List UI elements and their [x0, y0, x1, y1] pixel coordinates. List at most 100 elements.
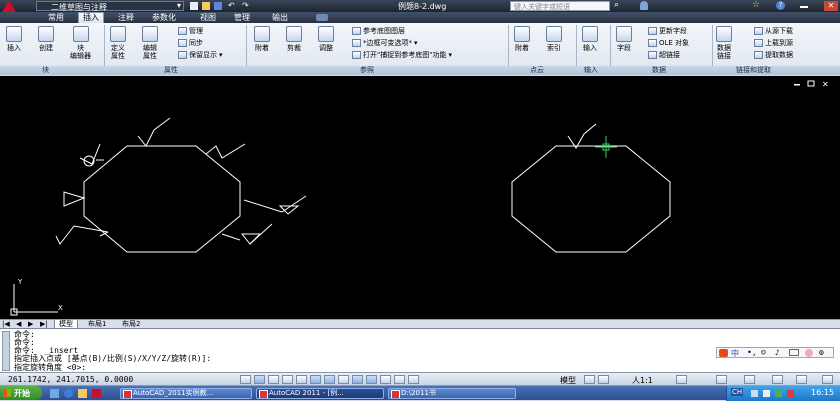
sync-attributes-button[interactable]: 同步	[178, 38, 203, 48]
workspace-switch-button[interactable]	[716, 375, 727, 384]
viewport-controls[interactable]: ✕	[794, 80, 829, 89]
annotation-visibility-toggle[interactable]	[676, 375, 687, 384]
search-input[interactable]: 键入关键字或短语	[510, 1, 610, 11]
ole-object-button[interactable]: OLE 对象	[648, 38, 689, 48]
tab-manage[interactable]: 管理	[230, 13, 254, 23]
update-fields-button[interactable]: 更新字段	[648, 26, 687, 36]
nav-prev-icon[interactable]: ◀	[16, 320, 21, 328]
infer-constraints-toggle[interactable]	[240, 375, 251, 384]
download-source-button[interactable]: 从源下载	[754, 26, 793, 36]
open-icon[interactable]	[202, 2, 210, 10]
tray-app-icon[interactable]	[787, 390, 794, 397]
otrack-toggle[interactable]	[324, 375, 335, 384]
tab-home[interactable]: 常用	[44, 13, 68, 23]
clip-reference-button[interactable]: 剪裁	[286, 26, 302, 52]
grid-toggle[interactable]	[268, 375, 279, 384]
isolate-objects-button[interactable]	[796, 375, 807, 384]
star-icon[interactable]: ☆	[752, 0, 760, 10]
field-button[interactable]: 字段	[616, 26, 632, 52]
block-editor-button[interactable]: 块 编辑器	[70, 26, 91, 60]
help-icon[interactable]: ?	[776, 1, 785, 10]
quick-launch-folder-icon[interactable]	[78, 389, 87, 398]
tab-output[interactable]: 输出	[268, 13, 292, 23]
ducs-toggle[interactable]	[338, 375, 349, 384]
redo-icon[interactable]: ↷	[242, 1, 249, 10]
command-prompt[interactable]: 指定旋转角度 <0>:	[14, 363, 86, 372]
quick-launch-desktop-icon[interactable]	[50, 389, 59, 398]
save-icon[interactable]	[214, 2, 222, 10]
command-window[interactable]: 命令: 命令: 命令: _insert 指定插入点或 [基点(B)/比例(S)/…	[0, 328, 840, 372]
quick-view-layouts-button[interactable]	[584, 375, 595, 384]
tray-volume-icon[interactable]	[763, 390, 770, 397]
drawing-canvas[interactable]: ✕ Y X	[0, 76, 840, 319]
panel-label-data[interactable]: 数据	[652, 66, 666, 75]
undo-icon[interactable]: ↶	[228, 1, 235, 10]
tab-insert[interactable]: 插入	[78, 12, 104, 23]
hyperlink-button[interactable]: 超链接	[648, 50, 680, 60]
nav-next-icon[interactable]: ▶	[28, 320, 33, 328]
taskbar-item[interactable]: AutoCAD_2011实例教...	[120, 388, 252, 399]
search-icon[interactable]: ⌕	[614, 0, 619, 10]
frame-variable-dropdown[interactable]: *边框可变选项* ▾	[352, 38, 418, 48]
osnap-toggle[interactable]	[310, 375, 321, 384]
right-octagon[interactable]	[511, 123, 671, 253]
selection-cycling-toggle[interactable]	[408, 375, 419, 384]
manage-attributes-button[interactable]: 管理	[178, 26, 203, 36]
create-block-button[interactable]: 创建	[38, 26, 54, 52]
nav-last-icon[interactable]: ▶|	[40, 320, 48, 328]
toolbar-lock-button[interactable]	[744, 375, 755, 384]
define-attribute-button[interactable]: 定义 属性	[110, 26, 126, 60]
panel-label-reference[interactable]: 参照	[360, 66, 374, 75]
ortho-toggle[interactable]	[282, 375, 293, 384]
transparency-toggle[interactable]	[380, 375, 391, 384]
tray-clock[interactable]: 16:15	[811, 388, 834, 397]
edit-attribute-button[interactable]: 编辑 属性	[142, 26, 158, 60]
extract-data-button[interactable]: 提取数据	[754, 50, 793, 60]
snap-mode-toggle[interactable]	[254, 375, 265, 384]
quick-launch-browser-icon[interactable]	[64, 389, 73, 398]
tab-parametric[interactable]: 参数化	[148, 13, 180, 23]
import-button[interactable]: 输入	[582, 26, 598, 52]
app-logo[interactable]	[2, 0, 16, 12]
ime-toolbar[interactable]: 中 •, ☺ ♪ ⚙	[716, 347, 834, 358]
insert-block-button[interactable]: 插入	[6, 26, 22, 52]
attach-reference-button[interactable]: 附着	[254, 26, 270, 52]
index-point-cloud-button[interactable]: 索引	[546, 26, 562, 52]
quick-launch-app-icon[interactable]	[92, 389, 101, 398]
upload-source-button[interactable]: 上载到源	[754, 38, 793, 48]
ribbon-toggle-icon[interactable]	[316, 14, 328, 21]
quick-properties-toggle[interactable]	[394, 375, 405, 384]
hardware-acceleration-button[interactable]	[772, 375, 783, 384]
dyn-toggle[interactable]	[352, 375, 363, 384]
start-button[interactable]: 开始	[0, 386, 42, 400]
panel-label-block[interactable]: 块	[42, 66, 49, 75]
polar-toggle[interactable]	[296, 375, 307, 384]
data-link-button[interactable]: 数据 链接	[716, 26, 732, 60]
adjust-reference-button[interactable]: 调整	[318, 26, 334, 52]
taskbar-item[interactable]: AutoCAD 2011 - [例...	[256, 388, 384, 399]
tab-annotate[interactable]: 注释	[114, 13, 138, 23]
new-icon[interactable]	[190, 2, 198, 10]
ime-indicator[interactable]: CH	[731, 388, 744, 396]
left-octagon-with-symbols[interactable]	[55, 117, 307, 253]
workspace-dropdown[interactable]: 二维草图与注释 ▾	[36, 1, 184, 12]
keep-display-dropdown[interactable]: 保留显示 ▾	[178, 50, 223, 60]
snap-underlay-dropdown[interactable]: 打开"捕捉到参考底图"功能 ▾	[352, 50, 452, 60]
panel-label-import[interactable]: 输入	[584, 66, 598, 75]
attach-point-cloud-button[interactable]: 附着	[514, 26, 530, 52]
lineweight-toggle[interactable]	[366, 375, 377, 384]
command-window-grip[interactable]	[2, 331, 10, 371]
panel-label-attributes[interactable]: 属性	[164, 66, 178, 75]
quick-view-drawings-button[interactable]	[598, 375, 609, 384]
underlay-layers-button[interactable]: 参考底图图层	[352, 26, 405, 36]
taskbar-item[interactable]: D:\2011书	[388, 388, 516, 399]
tab-view[interactable]: 视图	[196, 13, 220, 23]
tray-network-icon[interactable]	[751, 390, 758, 397]
tray-shield-icon[interactable]	[775, 390, 782, 397]
nav-first-icon[interactable]: |◀	[2, 320, 10, 328]
clean-screen-button[interactable]	[822, 375, 833, 384]
minimize-icon[interactable]	[800, 6, 808, 8]
close-icon[interactable]: ✕	[824, 1, 838, 11]
user-icon[interactable]	[640, 1, 648, 10]
panel-label-linking[interactable]: 链接和提取	[736, 66, 771, 75]
